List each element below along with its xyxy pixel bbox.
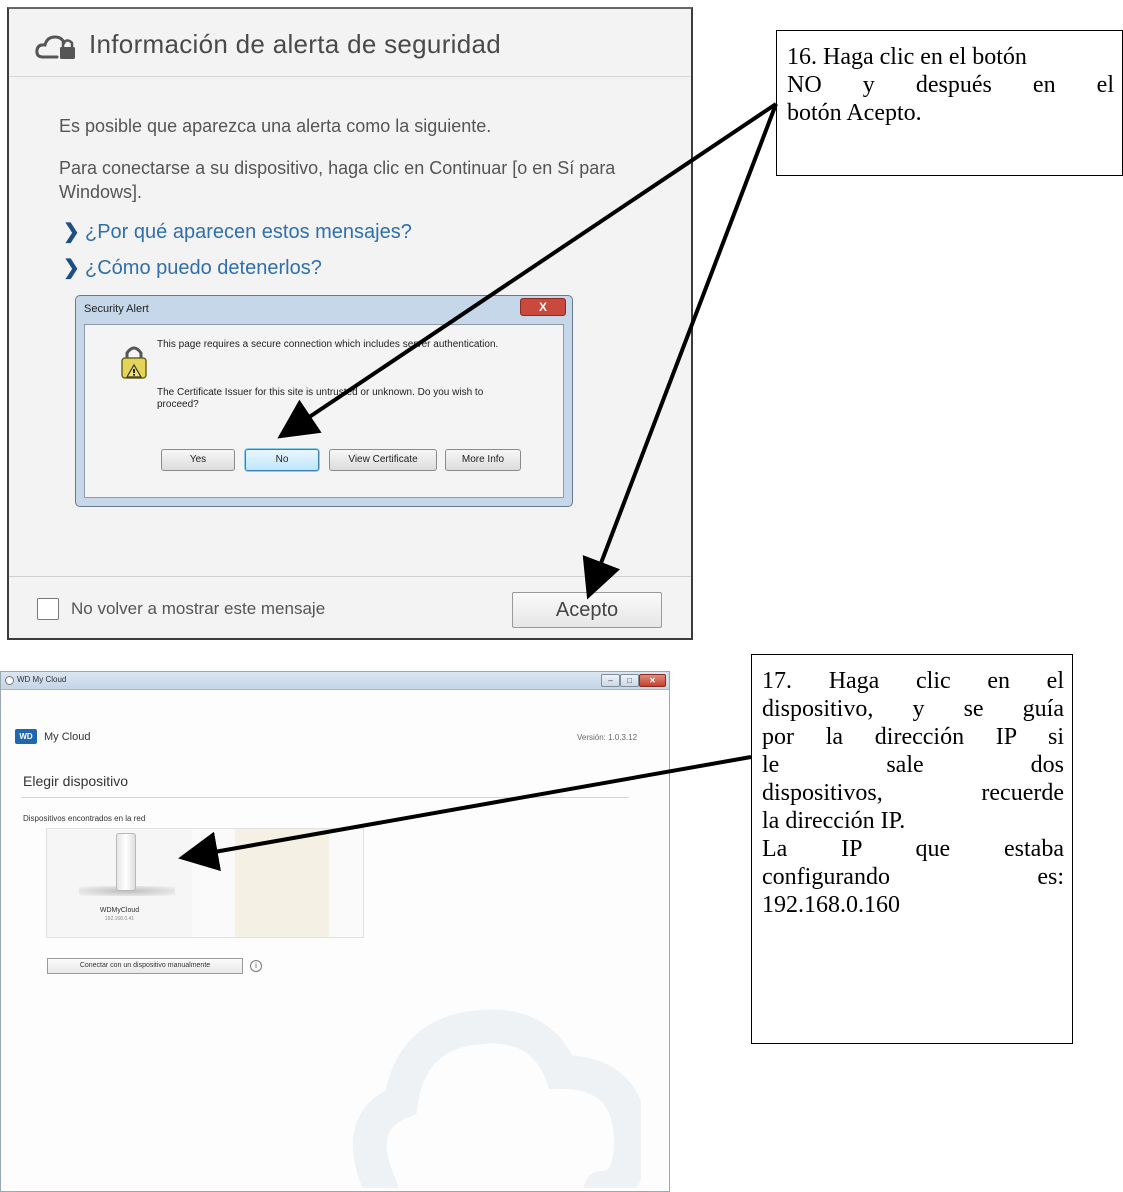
how-stop-link[interactable]: ❯ ¿Cómo puedo detenerlos? [63, 255, 322, 280]
callout-17-line: 17. Haga clic en el [762, 668, 1064, 694]
footer-divider [9, 576, 691, 577]
callout-step-17: 17. Haga clic en el dispositivo, y se gu… [751, 654, 1073, 1044]
cloud-lock-icon [35, 35, 75, 59]
security-alert-screenshot: Security Alert X This page requires a se… [75, 295, 573, 507]
wd-logo: WD [15, 729, 37, 744]
callout-17-line: dispositivo, y se guía [762, 696, 1064, 722]
callout-17-line: La IP que estaba [762, 836, 1064, 862]
chevron-right-icon: ❯ [63, 221, 80, 243]
callout-17-line: le sale dos [762, 752, 1064, 778]
callout-17-line: la dirección IP. [762, 808, 906, 834]
dialog-title: Información de alerta de seguridad [89, 29, 502, 59]
security-alert-info-dialog: Información de alerta de seguridad Es po… [7, 7, 693, 640]
no-button[interactable]: No [245, 449, 319, 471]
checkbox-icon[interactable] [37, 598, 59, 620]
security-alert-text1: This page requires a secure connection w… [157, 339, 499, 350]
device-name[interactable]: WDMyCloud [47, 907, 192, 914]
callout-16-line: 16. Haga clic en el botón [787, 44, 1027, 70]
header-divider [21, 797, 629, 798]
callout-16-line: NO y después en el [787, 72, 1114, 98]
callout-17-line: por la dirección IP si [762, 724, 1064, 750]
maximize-button[interactable]: □ [620, 674, 639, 687]
view-certificate-button[interactable]: View Certificate [329, 449, 437, 471]
app-icon [5, 676, 14, 685]
security-alert-body: This page requires a secure connection w… [84, 324, 564, 498]
info-icon[interactable]: i [250, 960, 262, 972]
close-icon[interactable]: X [520, 298, 566, 316]
intro-text: Es posible que aparezca una alerta como … [59, 116, 492, 136]
accept-button[interactable]: Acepto [512, 592, 662, 628]
more-info-button[interactable]: More Info [445, 449, 521, 471]
devices-found-label: Dispositivos encontrados en la red [23, 814, 146, 823]
callout-16-line: botón Acepto. [787, 100, 922, 126]
security-alert-title: Security Alert [84, 303, 149, 315]
cloud-watermark-icon [352, 1009, 641, 1188]
dont-show-again-label[interactable]: No volver a mostrar este mensaje [71, 599, 325, 619]
why-messages-link[interactable]: ❯ ¿Por qué aparecen estos mensajes? [63, 219, 412, 244]
device-ip: 192.168.0.41 [104, 916, 135, 922]
dialog-header: Información de alerta de seguridad [9, 9, 691, 77]
brand-name: My Cloud [44, 731, 91, 743]
close-button[interactable]: ✕ [639, 674, 666, 687]
why-messages-label: ¿Por qué aparecen estos mensajes? [85, 221, 412, 243]
instruction-text: Para conectarse a su dispositivo, haga c… [59, 158, 616, 202]
window-titlebar: WD My Cloud – □ ✕ [1, 672, 669, 690]
callout-step-16: 16. Haga clic en el botón NO y después e… [776, 30, 1123, 176]
callout-17-line: 192.168.0.160 [762, 892, 900, 918]
security-alert-text2: The Certificate Issuer for this site is … [157, 387, 484, 410]
how-stop-label: ¿Cómo puedo detenerlos? [85, 257, 322, 279]
device-tile-empty [235, 829, 329, 937]
version-label: Versión: 1.0.3.12 [577, 733, 638, 742]
device-icon[interactable] [116, 833, 136, 891]
yes-button[interactable]: Yes [161, 449, 235, 471]
callout-17-line: dispositivos, recuerde [762, 780, 1064, 806]
minimize-button[interactable]: – [601, 674, 620, 687]
page-title: Elegir dispositivo [23, 773, 129, 789]
wd-my-cloud-window: WD My Cloud – □ ✕ WD My Cloud Versión: 1… [0, 671, 670, 1192]
warning-lock-icon [121, 346, 147, 379]
window-title: WD My Cloud [17, 675, 67, 684]
callout-17-line: configurando es: [762, 864, 1064, 890]
connect-manually-button[interactable]: Conectar con un dispositivo manualmente [47, 958, 243, 974]
chevron-right-icon: ❯ [63, 257, 80, 279]
